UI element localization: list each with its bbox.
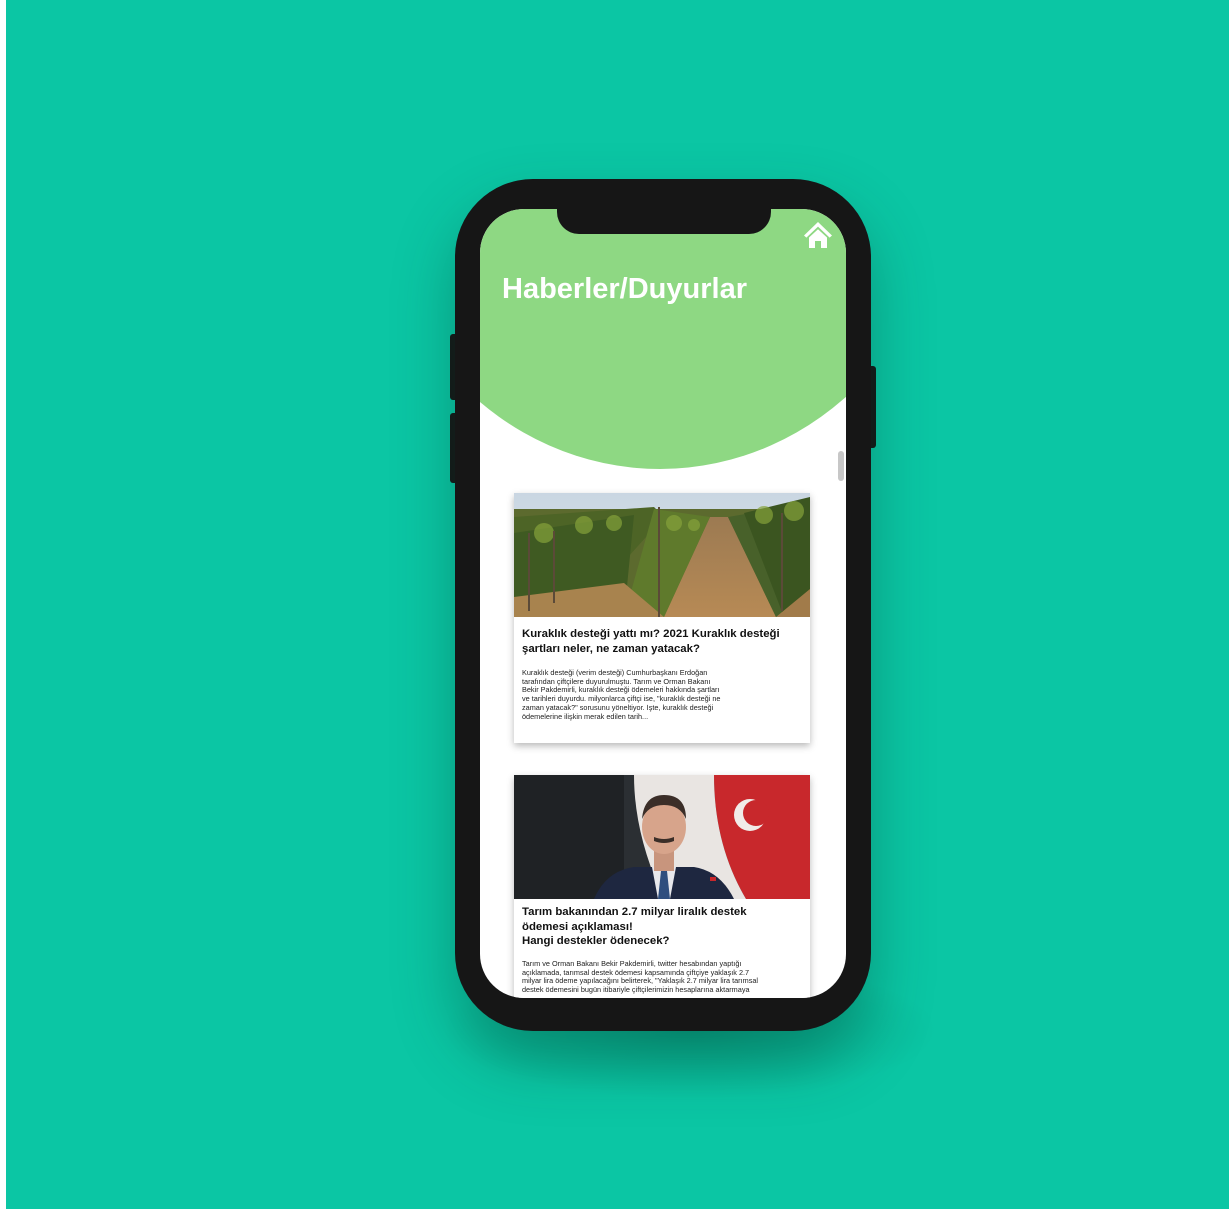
header-background — [480, 209, 846, 469]
news-summary: Kuraklık desteği (verim desteği) Cumhurb… — [522, 669, 798, 721]
news-summary: Tarım ve Orman Bakanı Bekir Pakdemirli, … — [522, 960, 798, 995]
minister-photo — [514, 775, 810, 899]
home-icon — [804, 222, 832, 248]
news-title: Kuraklık desteği yattı mı? 2021 Kuraklık… — [522, 627, 802, 656]
left-edge-strip — [0, 0, 6, 1209]
home-button[interactable] — [802, 219, 834, 251]
news-summary-line: zaman yatacak?" sorusunu yöneltiyor. İşt… — [522, 703, 714, 712]
news-summary-line: Bekir Pakdemirli, kuraklık desteği ödeme… — [522, 686, 720, 695]
news-title: Tarım bakanından 2.7 milyar liralık dest… — [522, 905, 802, 949]
news-title-line: ödemesi açıklaması! — [522, 920, 633, 933]
news-summary-line: tarafından çiftçilere duyurulmuştu. Tarı… — [522, 677, 711, 686]
news-summary-line: Tarım ve Orman Bakanı Bekir Pakdemirli, … — [522, 960, 742, 968]
vineyard-photo — [514, 493, 810, 617]
news-summary-line: ödemelerine ilişkin merak edilen tarih..… — [522, 712, 649, 721]
phone-notch — [557, 204, 771, 234]
news-title-line: şartları neler, ne zaman yatacak? — [522, 642, 700, 655]
news-summary-line: destek ödemesini bugün itibariyle çiftçi… — [522, 986, 750, 995]
page-title: Haberler/Duyurlar — [502, 273, 747, 305]
news-summary-line: milyar lira ödeme yapılacağını belirtere… — [522, 977, 759, 986]
scrollbar-thumb[interactable] — [838, 451, 844, 481]
news-title-line: Hangi destekler ödenecek? — [522, 935, 670, 947]
news-card[interactable]: Tarım bakanından 2.7 milyar liralık dest… — [514, 775, 810, 998]
news-title-line: Kuraklık desteği yattı mı? 2021 Kuraklık… — [522, 628, 780, 640]
news-title-line: Tarım bakanından 2.7 milyar liralık dest… — [522, 906, 747, 918]
news-summary-line: Kuraklık desteği (verim desteği) Cumhurb… — [522, 669, 708, 677]
news-summary-line: açıklamada, tarımsal destek ödemesi kaps… — [522, 968, 750, 977]
news-summary-line: ve tarihleri duyurdu. milyonlarca çiftçi… — [522, 695, 721, 704]
phone-screen: Haberler/Duyurlar Kuraklık desteği yattı… — [480, 209, 846, 998]
news-card[interactable]: Kuraklık desteği yattı mı? 2021 Kuraklık… — [514, 493, 810, 743]
